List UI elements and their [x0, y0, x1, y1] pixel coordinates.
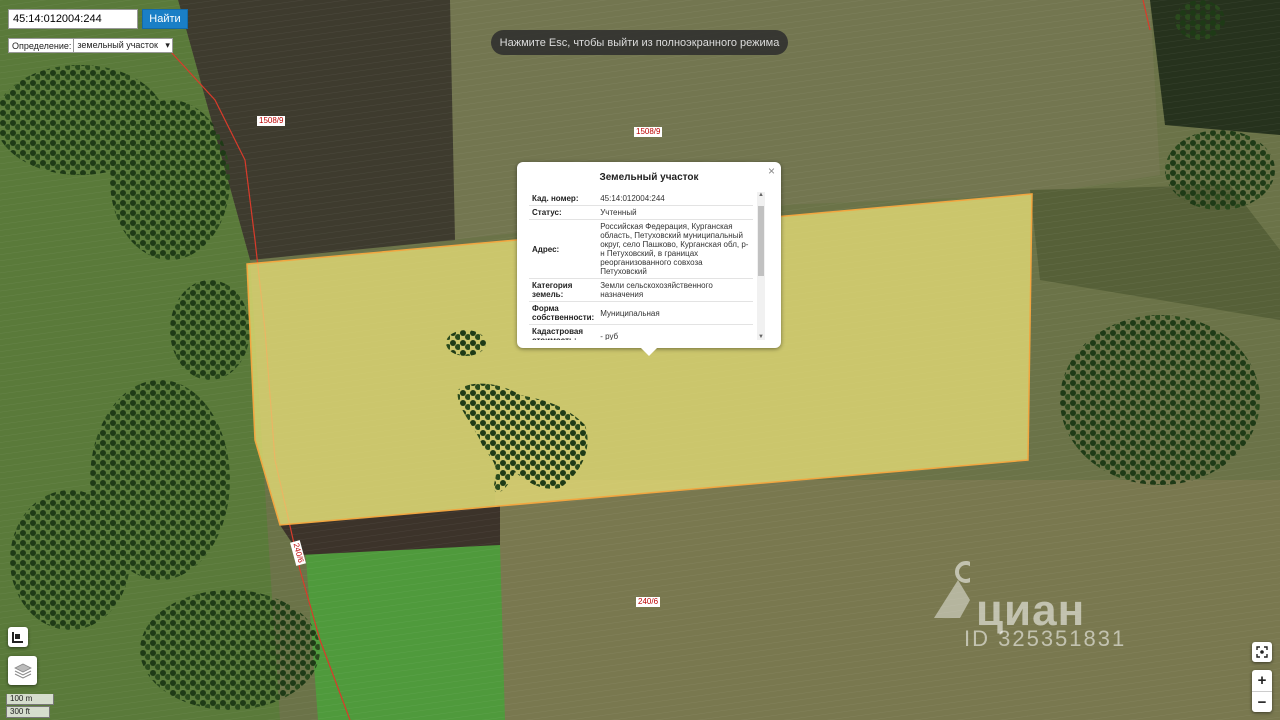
- corner-frame-icon: [12, 632, 23, 643]
- fullscreen-hint: Нажмите Esc, чтобы выйти из полноэкранно…: [491, 30, 788, 55]
- popup-scrollbar[interactable]: ▲ ▼: [757, 192, 765, 340]
- parcel-info-popup: × Земельный участок Кад. номер: 45:14:012…: [517, 162, 781, 356]
- parcel-number-label: 1508/9: [257, 116, 286, 126]
- cadastral-search-input[interactable]: [8, 9, 138, 29]
- table-row: Статус: Учтенный: [529, 205, 753, 220]
- table-row: Адрес: Российская Федерация, Курганская о…: [529, 219, 753, 279]
- scale-imperial: 300 ft: [6, 706, 50, 718]
- popup-body[interactable]: Кад. номер: 45:14:012004:244 Статус: Учтен…: [529, 192, 765, 340]
- parcel-number-label: 240/6: [636, 597, 661, 607]
- table-row: Форма собственности: Муниципальная: [529, 301, 753, 325]
- scroll-thumb[interactable]: [758, 206, 764, 276]
- table-row: Кадастровая стоимость:- руб: [529, 324, 753, 340]
- locate-button[interactable]: [1252, 642, 1272, 662]
- popup-title: Земельный участок: [599, 172, 699, 183]
- parcel-info-table: Кад. номер: 45:14:012004:244 Статус: Учтен…: [529, 192, 753, 340]
- zoom-control: + −: [1252, 670, 1272, 712]
- satellite-map[interactable]: [0, 0, 1280, 720]
- definition-row: Определение: земельный участок: [8, 38, 173, 53]
- zoom-in-button[interactable]: +: [1252, 670, 1272, 691]
- location-pin-icon: [934, 561, 970, 618]
- layers-icon: [13, 663, 32, 679]
- search-bar: Найти: [8, 9, 188, 29]
- search-button[interactable]: Найти: [142, 9, 188, 29]
- table-row: Кад. номер: 45:14:012004:244: [529, 192, 753, 206]
- definition-label: Определение:: [12, 40, 72, 51]
- parcel-number-label: 1508/9: [634, 127, 663, 137]
- watermark-id: ID 325351831: [964, 626, 1127, 651]
- definition-select[interactable]: земельный участок: [73, 39, 172, 52]
- scroll-up-icon[interactable]: ▲: [758, 192, 764, 198]
- table-row: Категория земель: Земли сельскохозяйствен…: [529, 278, 753, 302]
- scroll-down-icon[interactable]: ▼: [758, 334, 764, 340]
- fullscreen-toggle-button[interactable]: [8, 627, 28, 647]
- zoom-out-button[interactable]: −: [1252, 691, 1272, 712]
- focus-target-icon: [1256, 646, 1268, 658]
- scale-metric: 100 m: [6, 694, 54, 705]
- layers-button[interactable]: [8, 656, 37, 685]
